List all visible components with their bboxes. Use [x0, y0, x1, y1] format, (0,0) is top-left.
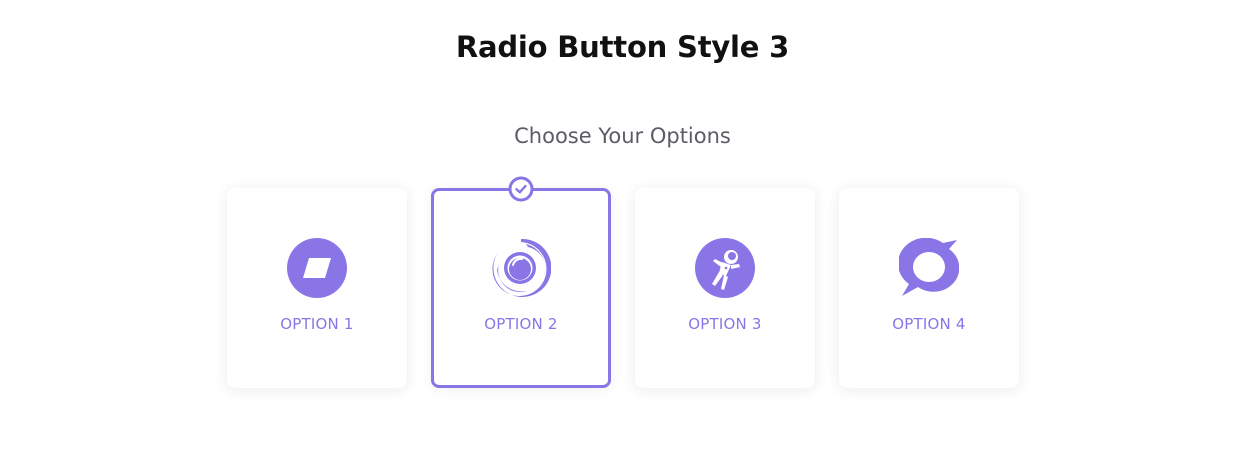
radio-option-1[interactable]: OPTION 1: [227, 188, 407, 388]
parallelogram-icon: [287, 238, 347, 298]
option-label: OPTION 3: [688, 315, 762, 333]
page-title: Radio Button Style 3: [455, 30, 790, 64]
check-circle-icon: [508, 176, 534, 202]
radio-option-4[interactable]: OPTION 4: [839, 188, 1019, 388]
option-label: OPTION 1: [280, 315, 354, 333]
astronaut-icon: [695, 238, 755, 298]
radio-option-3[interactable]: OPTION 3: [635, 188, 815, 388]
speech-bubble-icon: [899, 238, 959, 296]
radio-option-2[interactable]: OPTION 2: [431, 176, 611, 388]
orbit-icon: [492, 238, 551, 297]
radio-option-group: OPTION 1 OPTION 2 OPTION 3 OPTION 4: [227, 176, 1027, 388]
option-label: OPTION 4: [892, 315, 966, 333]
page: Radio Button Style 3 Choose Your Options…: [0, 0, 1250, 465]
option-label: OPTION 2: [484, 315, 558, 333]
options-subtitle: Choose Your Options: [514, 124, 731, 148]
